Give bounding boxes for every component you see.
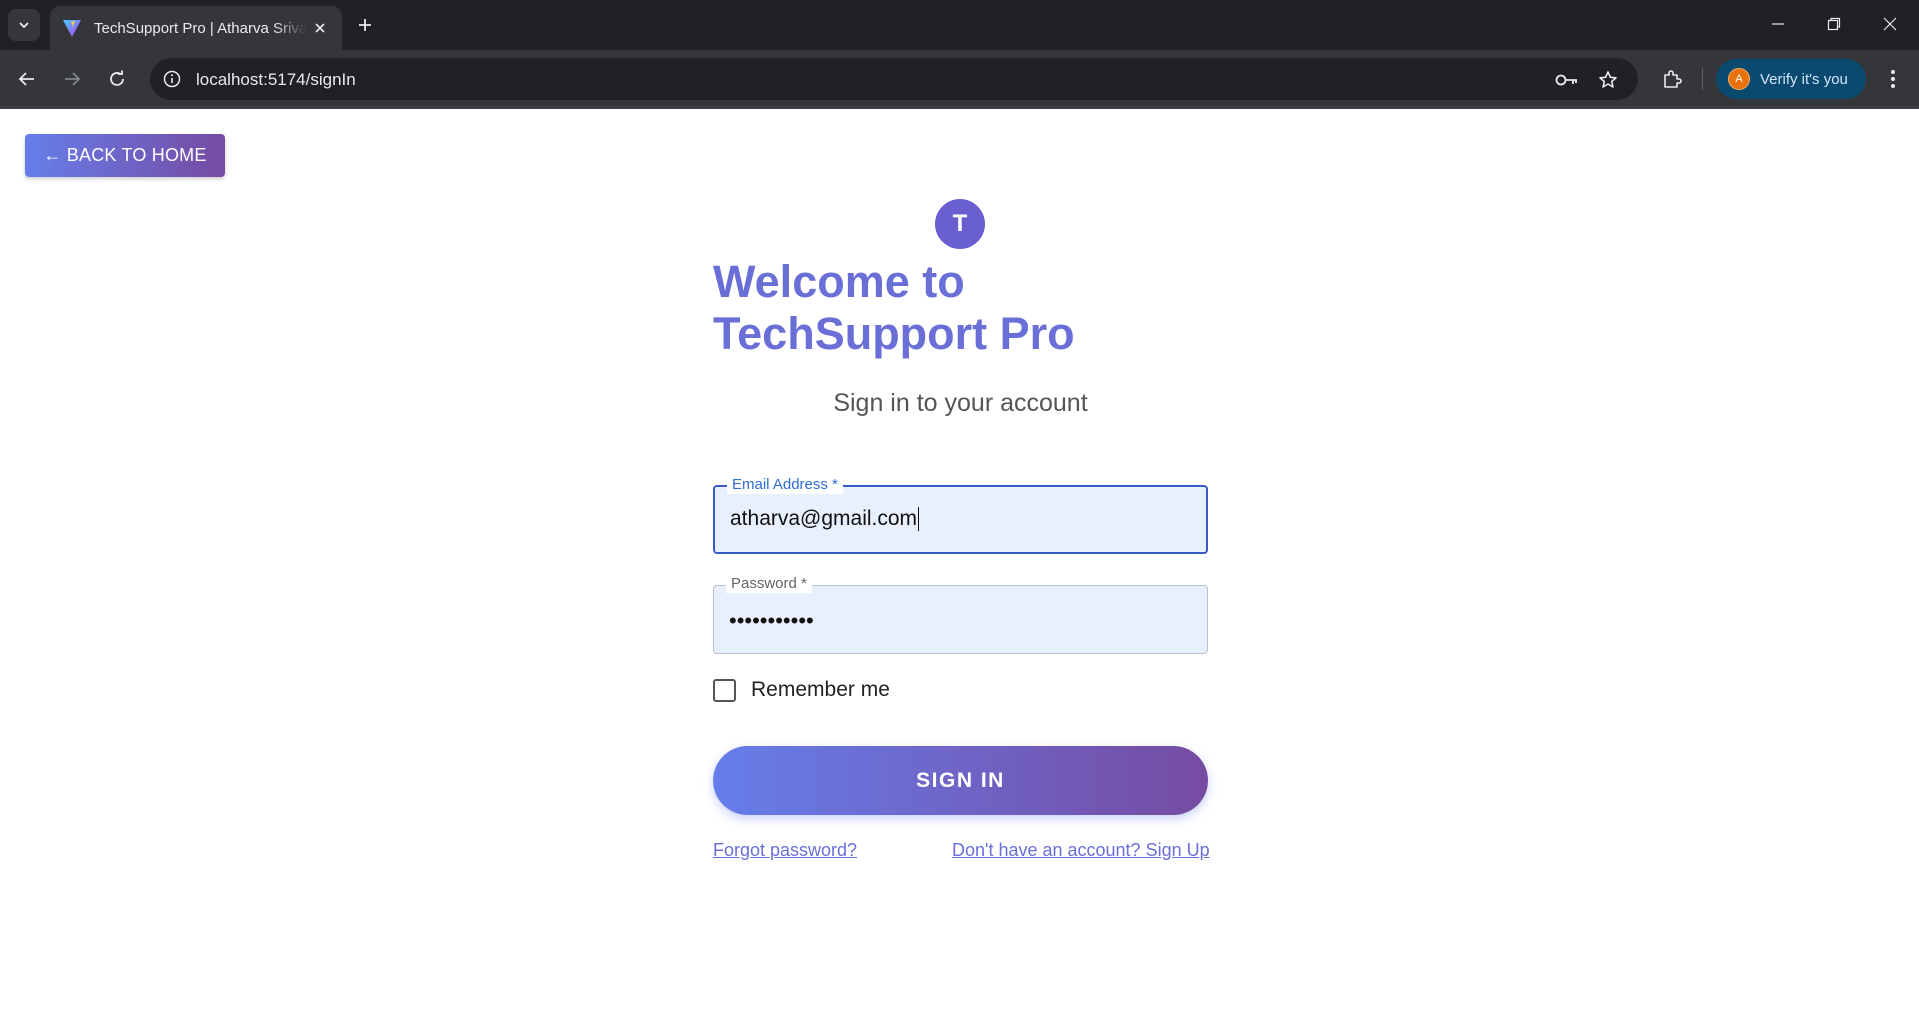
password-key-icon[interactable]	[1554, 67, 1580, 93]
toolbar-divider	[0, 106, 1919, 109]
minimize-icon[interactable]	[1750, 0, 1806, 48]
vite-favicon-icon	[63, 20, 81, 37]
profile-avatar: A	[1728, 68, 1750, 90]
site-info-icon[interactable]	[158, 65, 186, 93]
sign-in-button[interactable]: SIGN IN	[713, 746, 1208, 815]
remember-me-row[interactable]: Remember me	[713, 678, 890, 702]
browser-tab-active[interactable]: TechSupport Pro | Atharva Srivastava	[50, 6, 342, 50]
url-text: localhost:5174/signIn	[196, 70, 356, 89]
remember-me-checkbox[interactable]	[713, 678, 736, 702]
profile-verify-button[interactable]: A Verify it's you	[1716, 59, 1866, 99]
email-field-value: atharva@gmail.com	[730, 507, 918, 530]
extensions-puzzle-icon[interactable]	[1656, 63, 1688, 95]
toolbar-separator	[1702, 68, 1703, 90]
browser-tab-bar: TechSupport Pro | Atharva Srivastava	[0, 0, 1919, 50]
password-field-label: Password *	[726, 575, 812, 593]
password-field[interactable]: Password * •••••••••••	[713, 575, 1208, 654]
email-field-label: Email Address *	[727, 476, 843, 494]
verify-label: Verify it's you	[1760, 70, 1848, 88]
back-to-home-button[interactable]: ← BACK TO HOME	[25, 134, 225, 177]
tab-close-icon[interactable]	[310, 18, 330, 38]
page-subtitle: Sign in to your account	[833, 389, 1088, 417]
forward-arrow-icon[interactable]	[56, 63, 88, 95]
tab-title: TechSupport Pro | Atharva Srivastava	[94, 19, 306, 37]
close-window-icon[interactable]	[1862, 0, 1918, 48]
restore-icon[interactable]	[1806, 0, 1862, 48]
bookmark-star-icon[interactable]	[1595, 67, 1621, 93]
password-field-value: •••••••••••	[729, 608, 814, 633]
browser-menu-kebab-icon[interactable]	[1877, 63, 1909, 95]
text-caret	[918, 507, 920, 532]
new-tab-plus-icon[interactable]	[352, 12, 378, 38]
brand-avatar: T	[935, 199, 985, 249]
forgot-password-link[interactable]: Forgot password?	[713, 840, 857, 861]
tab-list-chevron-icon[interactable]	[8, 9, 40, 41]
browser-toolbar: localhost:5174/signIn A Verify it's you	[0, 50, 1919, 108]
page-title: Welcome to TechSupport Pro	[713, 256, 1075, 359]
sign-up-link[interactable]: Don't have an account? Sign Up	[952, 840, 1210, 861]
email-field[interactable]: Email Address * atharva@gmail.com	[713, 476, 1208, 554]
back-arrow-icon[interactable]	[11, 63, 43, 95]
reload-icon[interactable]	[101, 63, 133, 95]
address-bar[interactable]: localhost:5174/signIn	[150, 58, 1638, 100]
remember-me-label[interactable]: Remember me	[751, 678, 890, 702]
